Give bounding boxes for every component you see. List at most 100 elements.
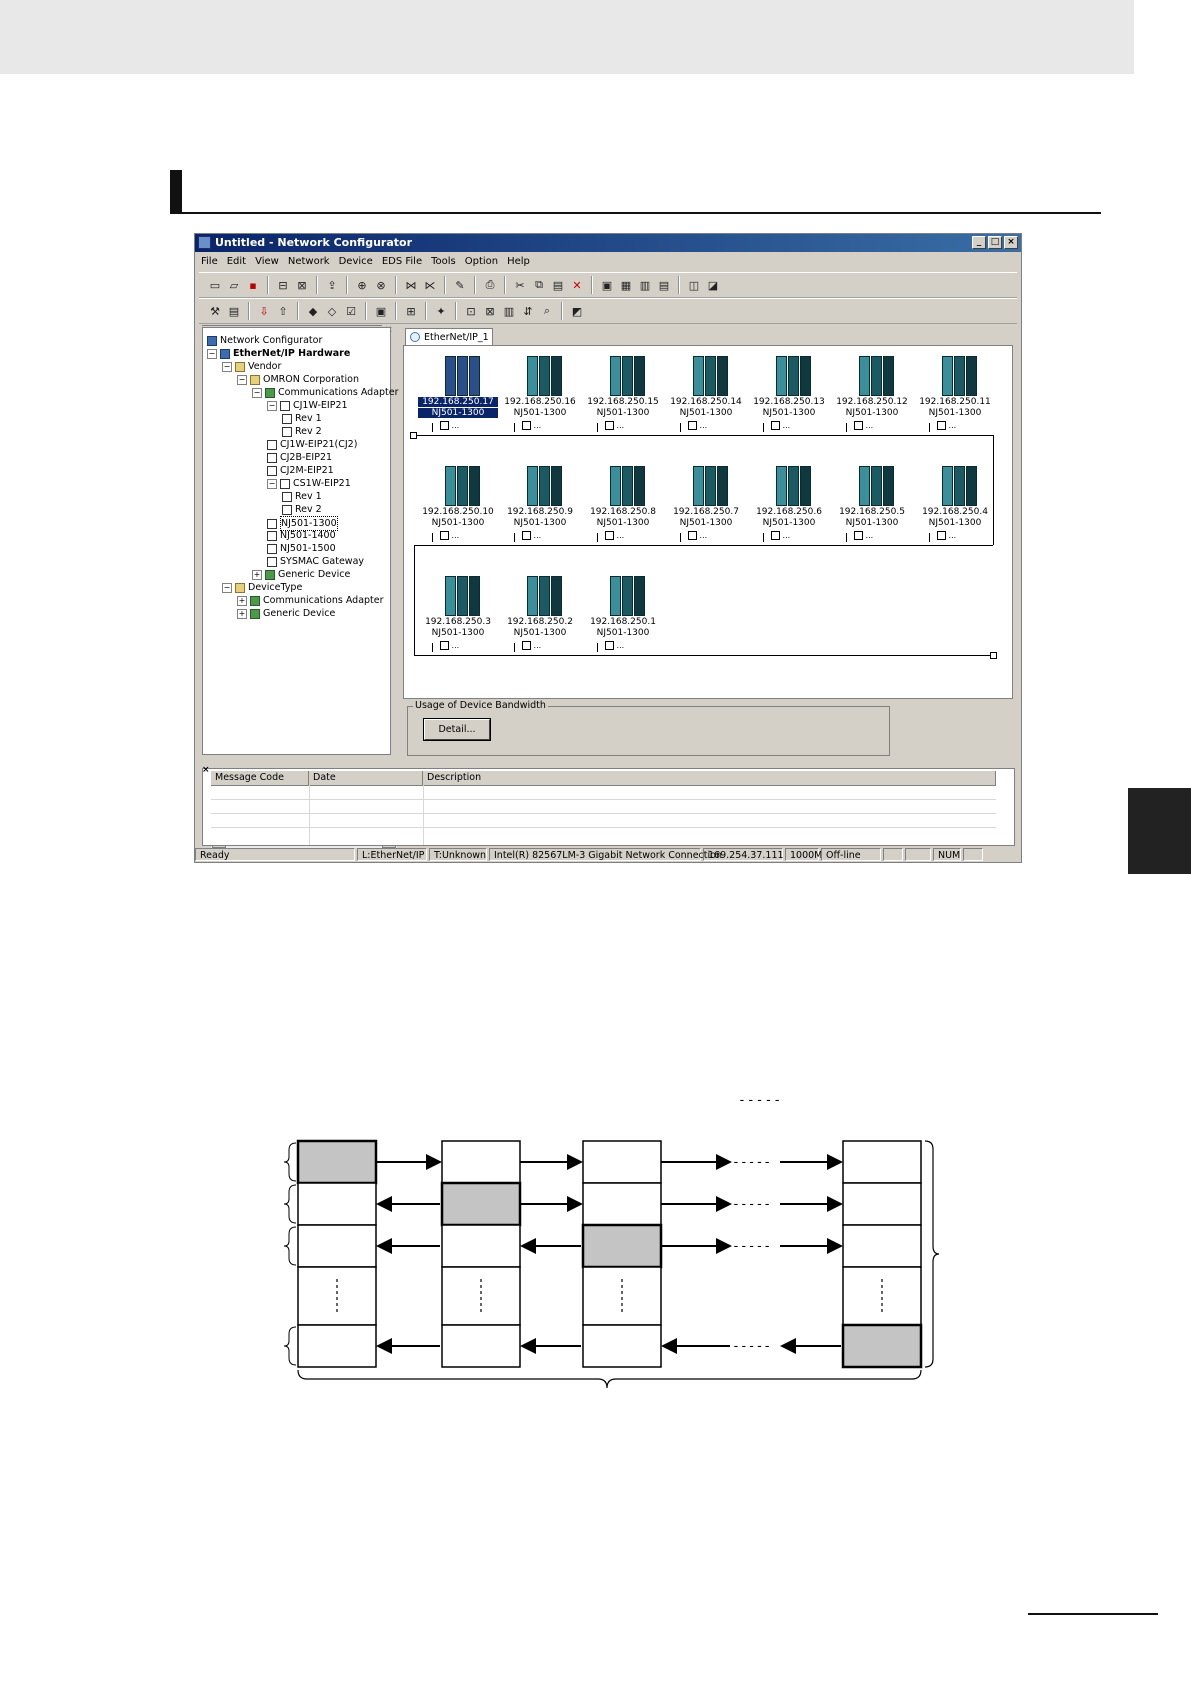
- disconnect-icon[interactable]: ⋉: [422, 277, 438, 293]
- menu-help[interactable]: Help: [507, 253, 530, 270]
- collapse-icon[interactable]: −: [267, 478, 277, 489]
- new-icon[interactable]: ▭: [207, 277, 223, 293]
- close-button[interactable]: ×: [1004, 236, 1018, 249]
- device-node[interactable]: 192.168.250.8 NJ501-1300 ...: [583, 466, 663, 556]
- device-port[interactable]: ...: [605, 421, 624, 431]
- upload-icon[interactable]: ⇪: [324, 277, 340, 293]
- detail-view-icon[interactable]: ▤: [656, 277, 672, 293]
- device-port[interactable]: ...: [522, 641, 541, 651]
- network-canvas[interactable]: 192.168.250.17 NJ501-1300 ... 192.168.250.…: [403, 345, 1013, 699]
- upload2-icon[interactable]: ⇧: [275, 303, 291, 319]
- device-port[interactable]: ...: [937, 421, 956, 431]
- tree-node[interactable]: SYSMAC Gateway: [267, 555, 364, 568]
- message-row[interactable]: [211, 813, 996, 814]
- device-port[interactable]: ...: [854, 531, 873, 541]
- device-port[interactable]: ...: [605, 531, 624, 541]
- column-description[interactable]: Description: [423, 771, 996, 785]
- collapse-icon[interactable]: −: [267, 400, 277, 411]
- connection-icon[interactable]: ⊡: [463, 303, 479, 319]
- device-node[interactable]: 192.168.250.4 NJ501-1300 ...: [915, 466, 995, 556]
- save-icon[interactable]: ▪: [245, 277, 261, 293]
- tree-node[interactable]: CJ1W-EIP21(CJ2): [267, 438, 357, 451]
- tree-node[interactable]: + Generic Device: [237, 607, 335, 620]
- collapse-icon[interactable]: −: [237, 374, 247, 385]
- tree-node[interactable]: + Communications Adapter: [237, 594, 384, 607]
- tree-node[interactable]: Rev 2: [282, 503, 322, 516]
- column-date[interactable]: Date: [309, 771, 423, 785]
- menu-file[interactable]: File: [201, 253, 218, 270]
- compare2-icon[interactable]: ⊗: [373, 277, 389, 293]
- expand-icon[interactable]: +: [237, 595, 247, 606]
- edit-icon[interactable]: ⊠: [482, 303, 498, 319]
- device-node[interactable]: 192.168.250.17 NJ501-1300 ...: [418, 356, 498, 446]
- device-port[interactable]: ...: [771, 531, 790, 541]
- device-node[interactable]: 192.168.250.7 NJ501-1300 ...: [666, 466, 746, 556]
- device-node[interactable]: 192.168.250.6 NJ501-1300 ...: [749, 466, 829, 556]
- device-node[interactable]: 192.168.250.5 NJ501-1300 ...: [832, 466, 912, 556]
- tree-node[interactable]: Network Configurator: [207, 334, 322, 347]
- tree-node[interactable]: − CS1W-EIP21: [267, 477, 351, 490]
- tree-node[interactable]: Rev 2: [282, 425, 322, 438]
- device-port[interactable]: ...: [440, 421, 459, 431]
- verify-icon[interactable]: ☑: [343, 303, 359, 319]
- device-port[interactable]: ...: [522, 421, 541, 431]
- memo-icon[interactable]: ▤: [226, 303, 242, 319]
- detail-button[interactable]: Detail...: [423, 718, 491, 741]
- paste-icon[interactable]: ▤: [550, 277, 566, 293]
- device-node[interactable]: 192.168.250.13 NJ501-1300 ...: [749, 356, 829, 446]
- device-node[interactable]: 192.168.250.15 NJ501-1300 ...: [583, 356, 663, 446]
- small-icon-view-icon[interactable]: ▦: [618, 277, 634, 293]
- delete-icon[interactable]: ✕: [569, 277, 585, 293]
- compare-icon[interactable]: ⊕: [354, 277, 370, 293]
- large-icon-view-icon[interactable]: ▣: [599, 277, 615, 293]
- collapse-icon[interactable]: −: [207, 348, 217, 359]
- device-port[interactable]: ...: [440, 641, 459, 651]
- tools-icon[interactable]: ⚒: [207, 303, 223, 319]
- menu-eds-file[interactable]: EDS File: [382, 253, 422, 270]
- device-node[interactable]: 192.168.250.1 NJ501-1300 ...: [583, 576, 663, 666]
- message-close-icon[interactable]: ×: [202, 765, 210, 775]
- message-row[interactable]: [211, 799, 996, 800]
- tree-node[interactable]: − Communications Adapter: [252, 386, 399, 399]
- tree-node[interactable]: NJ501-1400: [267, 529, 336, 542]
- eds-icon[interactable]: ◩: [569, 303, 585, 319]
- wizard-icon[interactable]: ✦: [433, 303, 449, 319]
- menu-view[interactable]: View: [255, 253, 279, 270]
- expand-icon[interactable]: +: [237, 608, 247, 619]
- print-icon[interactable]: ⎙: [482, 277, 498, 293]
- device-port[interactable]: ...: [688, 531, 707, 541]
- collapse-icon[interactable]: −: [252, 387, 262, 398]
- transfer-from-icon[interactable]: ◇: [324, 303, 340, 319]
- monitor-icon[interactable]: ✎: [452, 277, 468, 293]
- collapse-icon[interactable]: −: [222, 582, 232, 593]
- device-node[interactable]: 192.168.250.11 NJ501-1300 ...: [915, 356, 995, 446]
- tree-node[interactable]: − DeviceType: [222, 581, 302, 594]
- copy-icon[interactable]: ⧉: [531, 277, 547, 293]
- property-icon[interactable]: ◫: [686, 277, 702, 293]
- monitor2-icon[interactable]: ⊞: [403, 303, 419, 319]
- device-node[interactable]: 192.168.250.16 NJ501-1300 ...: [500, 356, 580, 446]
- device-port[interactable]: ...: [688, 421, 707, 431]
- device-node[interactable]: 192.168.250.14 NJ501-1300 ...: [666, 356, 746, 446]
- device-port[interactable]: ...: [854, 421, 873, 431]
- column-message-code[interactable]: Message Code: [211, 771, 309, 785]
- list-view-icon[interactable]: ▥: [637, 277, 653, 293]
- connect-icon[interactable]: ⋈: [403, 277, 419, 293]
- menu-tools[interactable]: Tools: [431, 253, 456, 270]
- device-node[interactable]: 192.168.250.2 NJ501-1300 ...: [500, 576, 580, 666]
- transfer-to-icon[interactable]: ◆: [305, 303, 321, 319]
- device-port[interactable]: ...: [440, 531, 459, 541]
- menu-edit[interactable]: Edit: [227, 253, 246, 270]
- minimize-button[interactable]: _: [972, 236, 986, 249]
- parameter-icon[interactable]: ◪: [705, 277, 721, 293]
- tree-node[interactable]: CJ2B-EIP21: [267, 451, 332, 464]
- tree-node[interactable]: CJ2M-EIP21: [267, 464, 334, 477]
- device-node[interactable]: 192.168.250.10 NJ501-1300 ...: [418, 466, 498, 556]
- find-icon[interactable]: ⌕: [539, 303, 555, 319]
- open-icon[interactable]: ▱: [226, 277, 242, 293]
- collapse-icon[interactable]: −: [222, 361, 232, 372]
- offline-icon[interactable]: ⊠: [294, 277, 310, 293]
- device-port[interactable]: ...: [771, 421, 790, 431]
- tree-node[interactable]: NJ501-1500: [267, 542, 336, 555]
- copy2-icon[interactable]: ▥: [501, 303, 517, 319]
